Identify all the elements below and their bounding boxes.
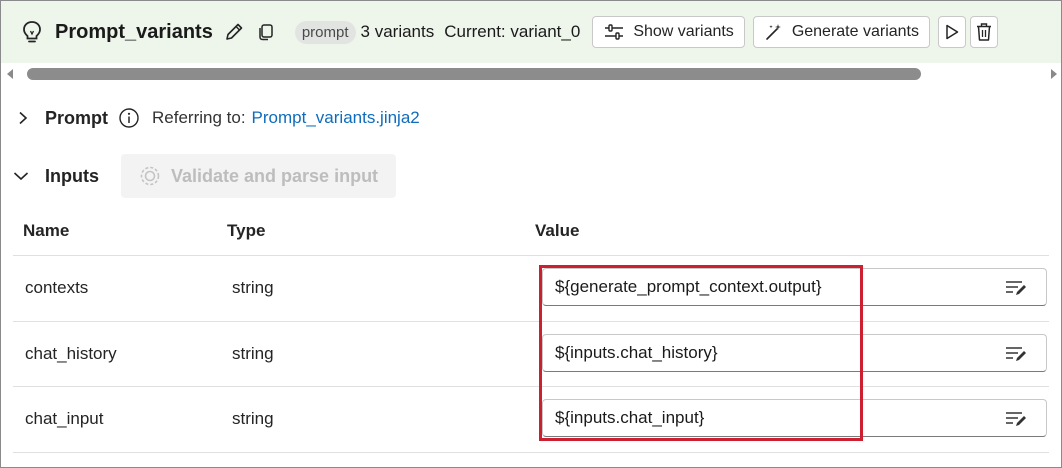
column-header-value: Value [535, 221, 580, 240]
show-variants-label: Show variants [633, 23, 734, 40]
prompt-file-link[interactable]: Prompt_variants.jinja2 [252, 108, 420, 128]
input-value-text: ${inputs.chat_input} [555, 408, 705, 427]
edit-text-icon[interactable] [1004, 278, 1028, 303]
edit-text-icon[interactable] [1004, 344, 1028, 369]
column-header-type: Type [227, 221, 266, 240]
inputs-section-label: Inputs [45, 165, 99, 186]
chevron-right-icon[interactable] [15, 110, 31, 126]
magic-wand-icon [766, 24, 781, 40]
run-button[interactable] [938, 16, 966, 48]
input-type: string [232, 409, 274, 428]
sliders-icon [605, 24, 624, 40]
input-value-field[interactable]: ${inputs.chat_input} [542, 399, 1047, 437]
input-value-field[interactable]: ${inputs.chat_history} [542, 334, 1047, 372]
scroll-left-arrow-icon[interactable] [7, 69, 13, 79]
generate-variants-label: Generate variants [791, 23, 919, 40]
show-variants-button[interactable]: Show variants [592, 16, 745, 48]
node-type-tag: prompt [294, 20, 356, 44]
prompt-section-label: Prompt [45, 107, 108, 128]
validate-icon [140, 166, 160, 186]
validate-parse-button[interactable]: Validate and parse input [121, 154, 397, 198]
prompt-section-header: Prompt Referring to: Prompt_variants.jin… [15, 103, 420, 133]
variant-count: 3 variants [360, 22, 435, 41]
column-header-name: Name [23, 221, 70, 240]
table-divider [13, 452, 1049, 453]
scrollbar-thumb[interactable] [27, 68, 921, 80]
referring-label: Referring to: [152, 108, 246, 127]
node-title: Prompt_variants [55, 20, 213, 43]
node-header: Prompt_variants prompt 3 variants Curren… [1, 1, 1061, 63]
input-type: string [232, 344, 274, 363]
prompt-node-panel: Prompt_variants prompt 3 variants Curren… [0, 0, 1062, 468]
generate-variants-button[interactable]: Generate variants [752, 16, 930, 48]
input-value-text: ${inputs.chat_history} [555, 343, 718, 362]
copy-icon[interactable] [253, 19, 279, 45]
table-row: contexts string ${generate_prompt_contex… [1, 256, 1061, 321]
input-name: contexts [25, 278, 89, 297]
table-row: chat_history string ${inputs.chat_histor… [1, 322, 1061, 387]
horizontal-scrollbar[interactable] [1, 63, 1061, 85]
edit-text-icon[interactable] [1004, 409, 1028, 434]
validate-parse-label: Validate and parse input [171, 165, 379, 186]
trash-icon [977, 23, 991, 41]
input-value-field[interactable]: ${generate_prompt_context.output} [542, 268, 1047, 306]
input-name: chat_input [25, 409, 104, 428]
input-name: chat_history [25, 344, 117, 363]
table-row: chat_input string ${inputs.chat_input} [1, 387, 1061, 452]
chevron-down-icon[interactable] [11, 168, 31, 184]
input-type: string [232, 278, 274, 297]
input-value-text: ${generate_prompt_context.output} [555, 277, 822, 296]
scroll-right-arrow-icon[interactable] [1051, 69, 1057, 79]
info-icon[interactable] [118, 107, 140, 129]
inputs-section-header: Inputs Validate and parse input [11, 154, 397, 198]
edit-pencil-icon[interactable] [221, 19, 247, 45]
current-variant: Current: variant_0 [444, 22, 581, 41]
play-icon [946, 24, 959, 40]
lightbulb-icon [19, 19, 45, 45]
delete-button[interactable] [970, 16, 998, 48]
